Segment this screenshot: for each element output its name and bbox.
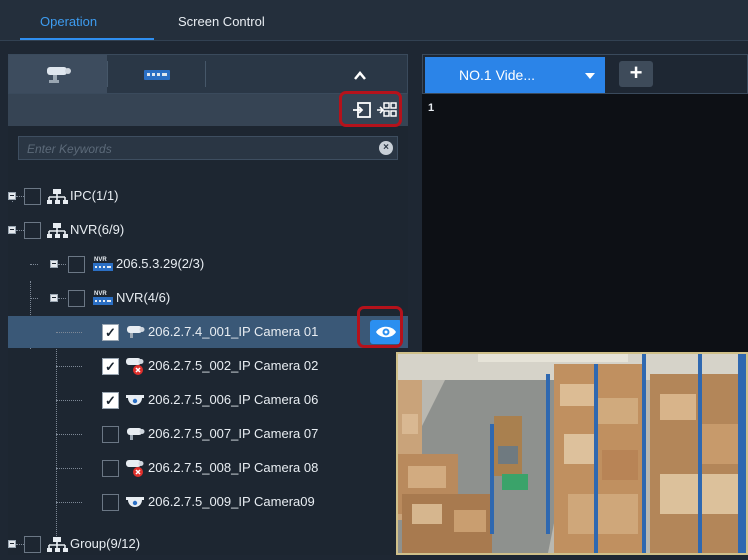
- tab-ipc-devices[interactable]: [9, 55, 107, 93]
- clear-search-icon[interactable]: ×: [379, 141, 393, 155]
- expand-toggle[interactable]: [8, 226, 16, 234]
- node-label: 206.2.7.5_008_IP Camera 08: [148, 460, 319, 475]
- tab-operation[interactable]: Operation: [40, 0, 97, 40]
- node-checkbox[interactable]: [102, 426, 119, 443]
- tree-connector: [56, 434, 82, 435]
- tree-connector: [58, 298, 66, 299]
- tree-connector: [56, 400, 82, 401]
- tree-connector: [16, 544, 24, 545]
- node-checkbox[interactable]: [102, 494, 119, 511]
- search-box: ×: [18, 136, 398, 160]
- tree-connector: [16, 196, 24, 197]
- video-wall-tabs: NO.1 Vide... +: [422, 54, 748, 94]
- tree-connector: [56, 502, 82, 503]
- dome-camera-icon: [126, 497, 144, 507]
- node-label: 206.5.3.29(2/3): [116, 256, 205, 271]
- nvr-device-icon: NVR: [93, 291, 113, 305]
- bullet-camera-offline-icon: [126, 358, 144, 375]
- active-tab-indicator: [20, 38, 154, 40]
- tree-connector: [30, 298, 38, 299]
- device-type-tabs: [8, 54, 408, 94]
- video-wall-tab-label: NO.1 Vide...: [459, 67, 536, 83]
- node-checkbox[interactable]: [24, 536, 41, 553]
- tree-connector: [16, 230, 24, 231]
- tree-connector: [56, 366, 82, 367]
- network-group-icon: [47, 537, 68, 552]
- top-bar: Operation Screen Control: [0, 0, 748, 41]
- expand-toggle[interactable]: [8, 540, 16, 548]
- node-label: 206.2.7.4_001_IP Camera 01: [148, 324, 319, 339]
- tree-node-camera[interactable]: ✓ 206.2.7.4_001_IP Camera 01: [8, 316, 408, 348]
- chevron-up-icon[interactable]: [353, 69, 367, 83]
- highlight-box: [357, 306, 403, 348]
- tab-video-wall-1[interactable]: NO.1 Vide...: [425, 57, 605, 93]
- tree-node-camera[interactable]: 206.2.7.5_007_IP Camera 07: [8, 418, 408, 450]
- tree-node-camera[interactable]: 206.2.7.5_009_IP Camera09: [8, 486, 408, 518]
- node-checkbox[interactable]: ✓: [102, 392, 119, 409]
- network-group-icon: [47, 189, 68, 204]
- node-label: IPC(1/1): [70, 188, 119, 203]
- tree-node-camera[interactable]: ✓ 206.2.7.5_002_IP Camera 02: [8, 350, 408, 382]
- tree-connector: [30, 264, 38, 265]
- network-group-icon: [47, 223, 68, 238]
- window-number: 1: [428, 102, 435, 114]
- add-video-wall-button[interactable]: +: [619, 61, 653, 87]
- bullet-camera-icon: [127, 428, 145, 440]
- node-label: Group(9/12): [70, 536, 141, 551]
- tree-connector: [56, 468, 82, 469]
- search-input[interactable]: [25, 139, 359, 159]
- tab-screen-control[interactable]: Screen Control: [178, 0, 265, 40]
- node-checkbox[interactable]: ✓: [102, 358, 119, 375]
- ipc-camera-icon: [47, 67, 71, 83]
- tree-connector: [58, 264, 66, 265]
- bullet-camera-icon: [127, 326, 145, 338]
- tab-nvr-devices[interactable]: [107, 55, 205, 93]
- svg-text:NVR: NVR: [94, 291, 107, 297]
- highlight-box: [339, 91, 402, 127]
- node-label: 206.2.7.5_006_IP Camera 06: [148, 392, 319, 407]
- node-label: 206.2.7.5_002_IP Camera 02: [148, 358, 319, 373]
- node-checkbox[interactable]: [68, 256, 85, 273]
- dropdown-arrow-icon[interactable]: [585, 73, 595, 79]
- expand-toggle[interactable]: [50, 260, 58, 268]
- expand-toggle[interactable]: [8, 192, 16, 200]
- expand-toggle[interactable]: [50, 294, 58, 302]
- tree-node-nvr-group[interactable]: NVR(6/9): [8, 214, 408, 246]
- tab-divider: [107, 61, 108, 87]
- svg-text:NVR: NVR: [94, 257, 107, 263]
- device-panel: × IPC(1/1) NVR(6/9): [8, 54, 408, 555]
- tree-node-camera[interactable]: 206.2.7.5_008_IP Camera 08: [8, 452, 408, 484]
- nvr-device-icon: [144, 70, 170, 80]
- nvr-device-icon: NVR: [93, 257, 113, 271]
- tree-node-nvr-device[interactable]: NVR NVR(4/6): [8, 282, 408, 314]
- node-checkbox[interactable]: [24, 222, 41, 239]
- node-label: NVR(4/6): [116, 290, 171, 305]
- tree-node-camera[interactable]: ✓ 206.2.7.5_006_IP Camera 06: [8, 384, 408, 416]
- node-checkbox[interactable]: [68, 290, 85, 307]
- node-checkbox[interactable]: ✓: [102, 324, 119, 341]
- warehouse-video-frame: [398, 354, 746, 553]
- dome-camera-icon: [126, 395, 144, 405]
- node-label: 206.2.7.5_009_IP Camera09: [148, 494, 315, 509]
- node-checkbox[interactable]: [24, 188, 41, 205]
- live-preview-popup[interactable]: [396, 352, 748, 555]
- node-checkbox[interactable]: [102, 460, 119, 477]
- node-label: 206.2.7.5_007_IP Camera 07: [148, 426, 319, 441]
- tab-divider: [205, 61, 206, 87]
- tree-node-nvr-device[interactable]: NVR 206.5.3.29(2/3): [8, 248, 408, 280]
- tree-node-ipc-group[interactable]: IPC(1/1): [8, 180, 408, 212]
- tree-connector: [56, 332, 82, 333]
- node-label: NVR(6/9): [70, 222, 125, 237]
- bullet-camera-offline-icon: [126, 460, 144, 477]
- tree-node-group[interactable]: Group(9/12): [8, 528, 408, 560]
